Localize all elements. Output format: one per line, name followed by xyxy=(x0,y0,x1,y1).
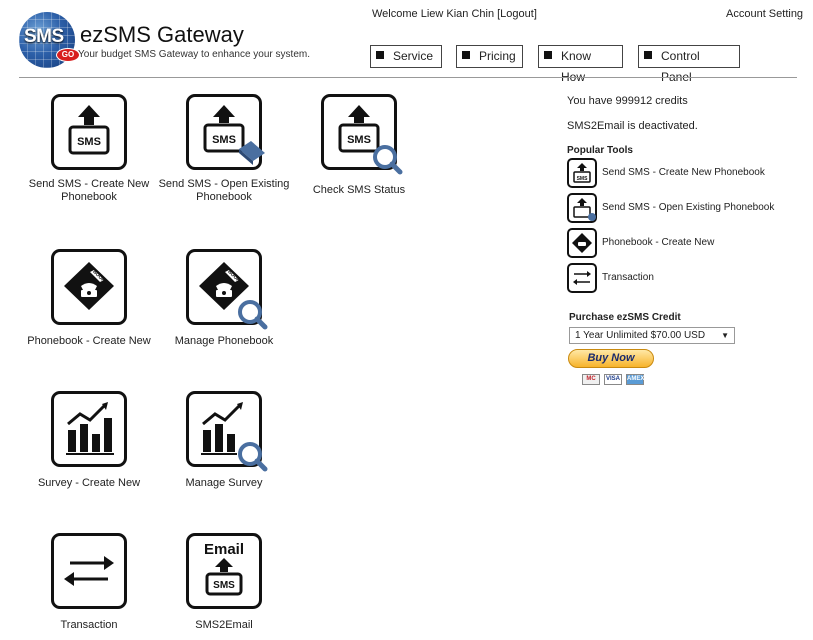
sms2email-icon: Email SMS xyxy=(186,533,262,609)
tile-label: Manage Phonebook xyxy=(174,335,274,347)
tile-manage-survey[interactable]: Manage Survey xyxy=(149,391,299,490)
account-setting-link[interactable]: Account Setting xyxy=(726,8,803,20)
nav-service-button[interactable]: Service xyxy=(370,45,442,68)
manage-phonebook-icon: BOOK xyxy=(186,249,268,330)
nav-label: Control Panel xyxy=(661,49,700,84)
phonebook-icon xyxy=(567,228,597,258)
tile-sms2email[interactable]: Email SMS SMS2Email xyxy=(149,533,299,632)
email-text: Email xyxy=(204,541,244,558)
tile-label: Send SMS - Open Existing Phonebook xyxy=(158,178,290,203)
tile-survey-create-new[interactable]: Survey - Create New xyxy=(14,391,164,490)
tile-label: Transaction xyxy=(60,619,118,631)
sms-phonebook-icon: SMS xyxy=(186,94,265,170)
tile-send-sms-create-new[interactable]: SMS Send SMS - Create New Phonebook xyxy=(14,94,164,204)
nav-know-how-button[interactable]: Know How xyxy=(538,45,623,84)
tile-manage-phonebook[interactable]: BOOK Manage Phonebook xyxy=(149,249,299,348)
nav-label: Service xyxy=(393,49,434,63)
sms-text: SMS xyxy=(77,136,101,148)
sms-upload-icon: SMS xyxy=(51,94,127,170)
app-title: ezSMS Gateway xyxy=(80,22,244,47)
sms-text: SMS xyxy=(212,134,236,146)
tile-send-sms-open-existing[interactable]: SMS Send SMS - Open Existing Phonebook xyxy=(149,94,299,204)
sms-upload-icon: SMS xyxy=(567,158,597,188)
tile-transaction[interactable]: Transaction xyxy=(14,533,164,632)
sms-text: SMS xyxy=(213,580,235,591)
nav-label: Pricing xyxy=(479,49,516,63)
nav-label: Know How xyxy=(561,49,592,84)
sms-check-status-icon: SMS xyxy=(321,94,403,175)
nav-control-panel-button[interactable]: Control Panel xyxy=(638,45,740,84)
tile-check-sms-status[interactable]: SMS Check SMS Status xyxy=(284,94,434,197)
transaction-arrows-icon xyxy=(51,533,127,609)
amex-icon: AMEX xyxy=(626,374,644,385)
transaction-arrows-icon xyxy=(567,263,597,293)
tile-label: Check SMS Status xyxy=(312,184,406,196)
tile-label: Send SMS - Create New Phonebook xyxy=(28,178,150,203)
popular-label: Send SMS - Open Existing Phonebook xyxy=(602,202,775,213)
plan-select[interactable]: 1 Year Unlimited $70.00 USD ▼ xyxy=(569,327,735,344)
visa-icon: VISA xyxy=(604,374,622,385)
sms2email-status: SMS2Email is deactivated. xyxy=(567,120,698,132)
dropdown-arrow-icon: ▼ xyxy=(721,331,729,340)
sms-phonebook-icon xyxy=(567,193,597,223)
welcome-logout-link[interactable]: Welcome Liew Kian Chin [Logout] xyxy=(372,8,537,20)
phonebook-icon: BOOK xyxy=(51,249,127,325)
credits-text: You have 999912 credits xyxy=(567,95,688,107)
logo-badge: GO xyxy=(56,48,80,62)
tile-label: SMS2Email xyxy=(195,619,253,631)
tile-label: Survey - Create New xyxy=(37,477,141,489)
popular-label: Phonebook - Create New xyxy=(602,237,715,248)
square-bullet-icon xyxy=(462,51,470,59)
survey-chart-icon xyxy=(51,391,127,467)
square-bullet-icon xyxy=(644,51,652,59)
logo-text: SMS xyxy=(24,26,64,47)
buy-now-button[interactable]: Buy Now xyxy=(568,349,654,368)
header-divider xyxy=(19,77,797,78)
sms-text: SMS xyxy=(347,134,371,146)
tile-label: Manage Survey xyxy=(185,477,263,489)
manage-survey-icon xyxy=(186,391,268,472)
plan-selected-value: 1 Year Unlimited $70.00 USD xyxy=(575,330,706,341)
sms-text: SMS xyxy=(577,176,589,182)
tile-label: Phonebook - Create New xyxy=(27,335,151,347)
popular-tools-title: Popular Tools xyxy=(567,145,633,156)
tagline: Your budget SMS Gateway to enhance your … xyxy=(78,49,310,60)
nav-pricing-button[interactable]: Pricing xyxy=(456,45,523,68)
mastercard-icon: MC xyxy=(582,374,600,385)
square-bullet-icon xyxy=(376,51,384,59)
square-bullet-icon xyxy=(544,51,552,59)
popular-label: Send SMS - Create New Phonebook xyxy=(602,167,765,178)
tile-phonebook-create-new[interactable]: BOOK Phonebook - Create New xyxy=(14,249,164,348)
popular-label: Transaction xyxy=(602,272,654,283)
purchase-credit-title: Purchase ezSMS Credit xyxy=(569,312,681,323)
